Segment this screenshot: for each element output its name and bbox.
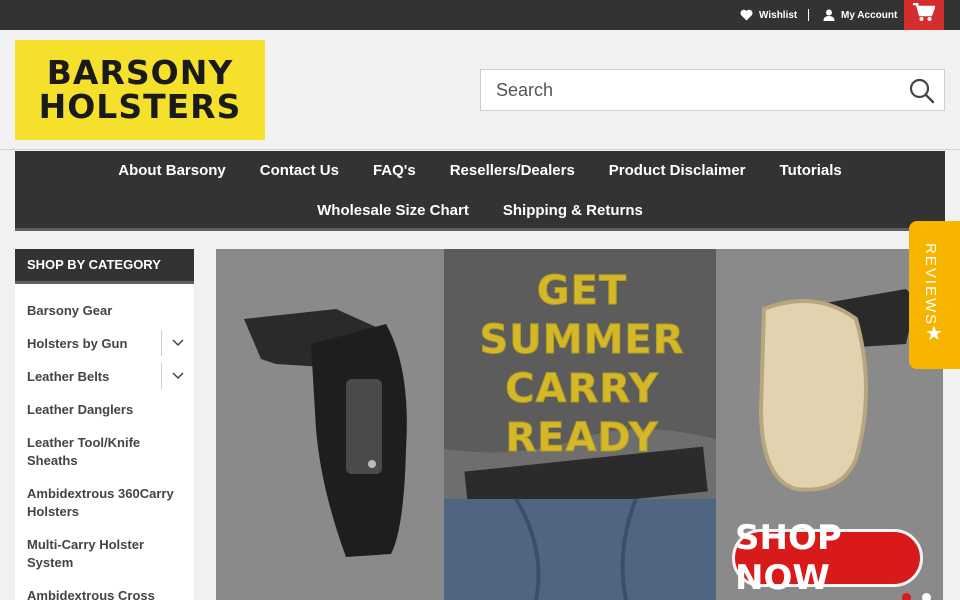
- site-header: BARSONY HOLSTERS: [0, 30, 960, 150]
- hero-headline-line: SUMMER: [479, 317, 685, 364]
- user-icon: [823, 9, 835, 21]
- hero-banner[interactable]: GET SUMMER CARRY READY SHOP NOW: [216, 249, 943, 600]
- nav-about-barsony[interactable]: About Barsony: [101, 161, 243, 181]
- logo-line-2: HOLSTERS: [38, 87, 242, 126]
- category-sidebar: Shop By Category Barsony Gear Holsters b…: [15, 249, 194, 600]
- category-label: Leather Tool/Knife Sheaths: [27, 435, 141, 468]
- nav-shipping-returns[interactable]: Shipping & Returns: [486, 201, 660, 221]
- expand-holsters-by-gun-button[interactable]: [161, 330, 194, 356]
- hero-headline-line: CARRY: [505, 366, 659, 413]
- heart-icon: [740, 9, 753, 21]
- nav-row-1: About Barsony Contact Us FAQ's Resellers…: [15, 161, 945, 181]
- my-account-label: My Account: [841, 9, 898, 21]
- chevron-down-icon: [172, 367, 184, 385]
- category-holsters-by-gun[interactable]: Holsters by Gun: [15, 330, 194, 356]
- shop-now-button[interactable]: SHOP NOW: [732, 518, 923, 598]
- hero-headline-line: GET: [536, 268, 628, 315]
- my-account-link[interactable]: My Account: [823, 0, 897, 30]
- reviews-tab[interactable]: REVIEWS: [909, 221, 960, 369]
- site-logo[interactable]: BARSONY HOLSTERS: [15, 40, 265, 140]
- category-barsony-gear[interactable]: Barsony Gear: [15, 299, 194, 323]
- cart-button[interactable]: [904, 0, 944, 33]
- search-input[interactable]: [481, 70, 901, 110]
- star-icon: [926, 325, 942, 346]
- category-label: Multi-Carry Holster System: [27, 537, 145, 570]
- category-ambidextrous-cross-draw[interactable]: Ambidextrous Cross Draw: [15, 584, 194, 600]
- wishlist-label: Wishlist: [759, 9, 798, 21]
- hero-headline: GET SUMMER CARRY READY: [442, 267, 722, 463]
- carousel-dots: [902, 593, 942, 600]
- wishlist-link[interactable]: Wishlist: [740, 0, 797, 30]
- cart-icon: [913, 2, 936, 27]
- chevron-down-icon: [172, 334, 184, 352]
- search-box: [480, 69, 945, 111]
- category-leather-tool-knife-sheaths[interactable]: Leather Tool/Knife Sheaths: [15, 431, 194, 473]
- carousel-dot-2[interactable]: [922, 593, 931, 600]
- category-multi-carry-holster-system[interactable]: Multi-Carry Holster System: [15, 533, 194, 575]
- top-utility-bar: Wishlist My Account: [0, 0, 960, 33]
- magnifier-icon: [908, 78, 936, 109]
- category-leather-belts[interactable]: Leather Belts: [15, 363, 194, 389]
- category-label: Barsony Gear: [27, 303, 113, 318]
- topbar-divider: [808, 9, 809, 21]
- category-label: Ambidextrous 360Carry Holsters: [27, 486, 174, 519]
- hero-headline-line: READY: [505, 415, 659, 462]
- sidebar-title: Shop By Category: [15, 249, 194, 284]
- nav-row-2: Wholesale Size Chart Shipping & Returns: [15, 201, 945, 221]
- carousel-dot-1[interactable]: [902, 593, 911, 600]
- nav-tutorials[interactable]: Tutorials: [763, 161, 859, 181]
- search-button[interactable]: [908, 77, 936, 105]
- reviews-label: REVIEWS: [922, 243, 939, 327]
- logo-line-1: BARSONY: [46, 53, 234, 92]
- nav-wholesale-size-chart[interactable]: Wholesale Size Chart: [300, 201, 486, 221]
- category-ambidextrous-360carry[interactable]: Ambidextrous 360Carry Holsters: [15, 482, 194, 524]
- category-list: Barsony Gear Holsters by Gun Leather Bel…: [15, 284, 194, 600]
- expand-leather-belts-button[interactable]: [161, 363, 194, 389]
- category-label: Ambidextrous Cross Draw: [27, 588, 155, 600]
- nav-resellers-dealers[interactable]: Resellers/Dealers: [433, 161, 592, 181]
- nav-faqs[interactable]: FAQ's: [356, 161, 433, 181]
- category-label: Holsters by Gun: [27, 336, 128, 351]
- category-label: Leather Belts: [27, 369, 110, 384]
- nav-product-disclaimer[interactable]: Product Disclaimer: [592, 161, 763, 181]
- nav-contact-us[interactable]: Contact Us: [243, 161, 356, 181]
- category-label: Leather Danglers: [27, 402, 134, 417]
- main-nav: About Barsony Contact Us FAQ's Resellers…: [15, 151, 945, 231]
- category-leather-danglers[interactable]: Leather Danglers: [15, 398, 194, 422]
